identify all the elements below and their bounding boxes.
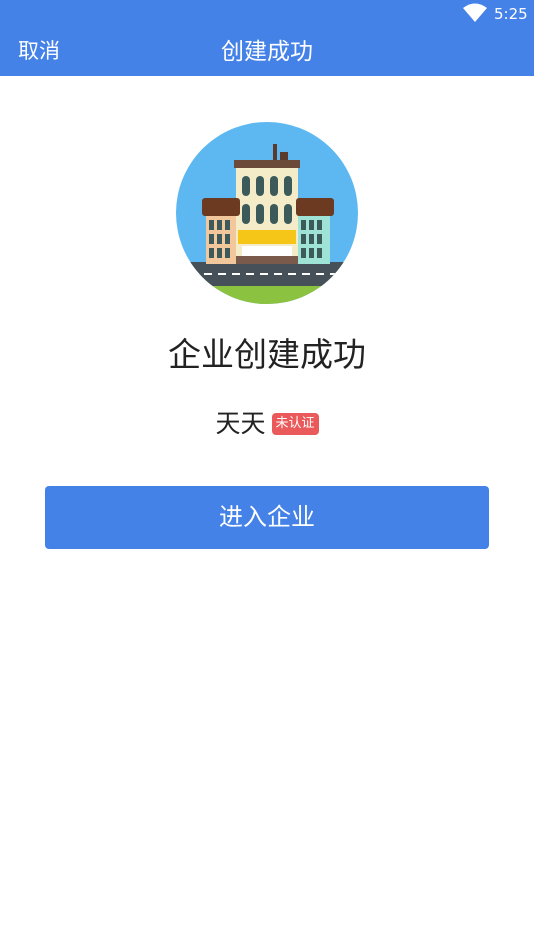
enter-company-button[interactable]: 进入企业 [45, 486, 489, 549]
building-icon [176, 122, 358, 304]
status-badge: 未认证 [271, 413, 319, 435]
page-title: 创建成功 [221, 39, 313, 65]
company-row: 天天 未认证 [0, 406, 534, 442]
success-heading: 企业创建成功 [168, 335, 366, 374]
status-bar: 5:25 [0, 0, 534, 28]
status-time: 5:25 [494, 5, 528, 23]
top-bar: 5:25 取消 创建成功 [0, 0, 534, 76]
company-name: 天天 [215, 409, 266, 438]
wifi-icon [463, 3, 487, 22]
